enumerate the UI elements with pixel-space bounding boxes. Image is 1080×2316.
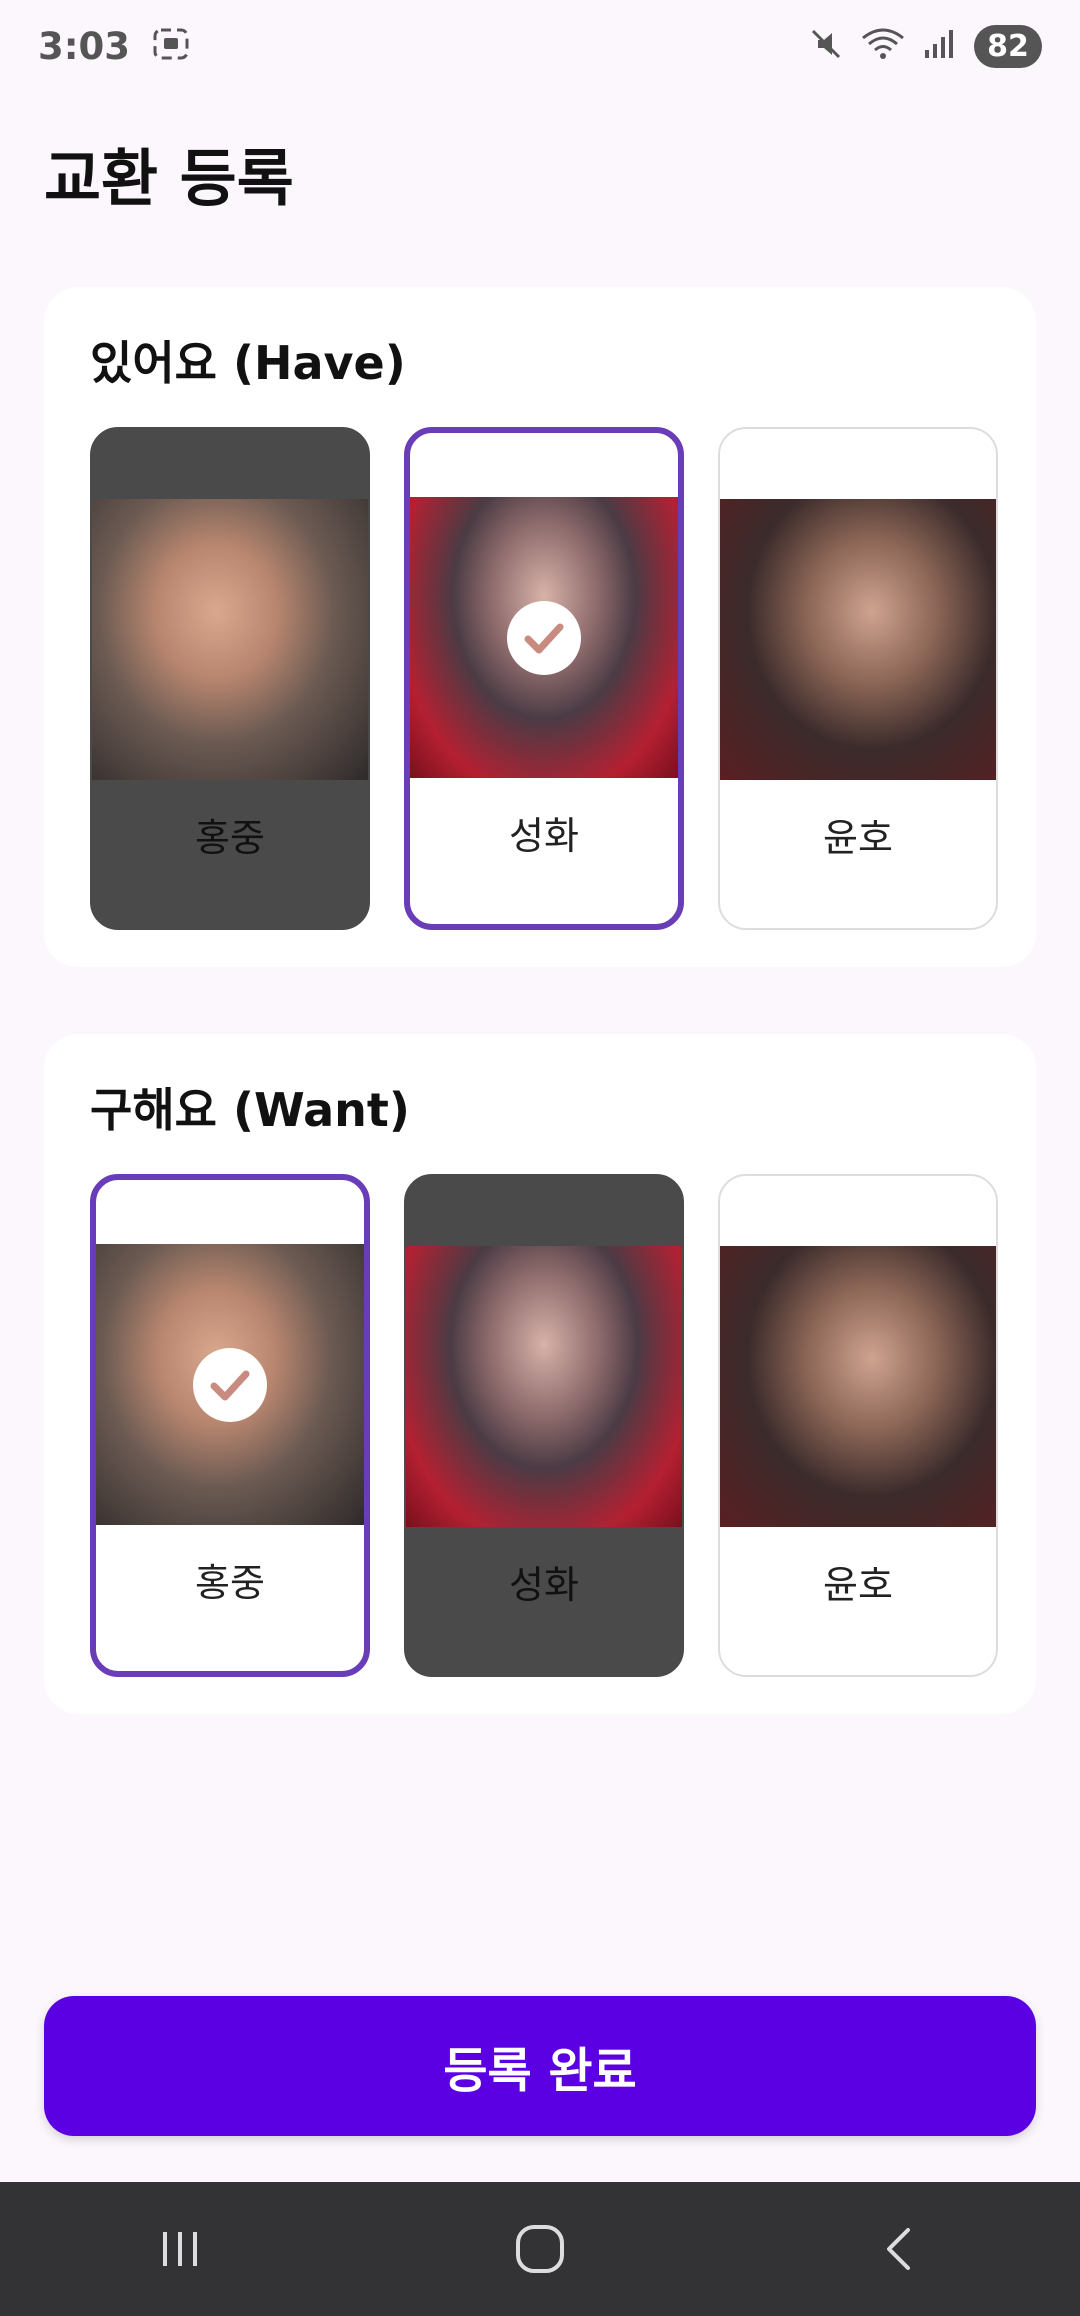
home-icon[interactable]	[480, 2199, 600, 2299]
have-section-heading: 있어요 (Have)	[90, 336, 406, 390]
member-name: 윤호	[823, 1563, 893, 1607]
have-card-hongjoong[interactable]: 홍중	[90, 427, 370, 930]
want-section-heading: 구해요 (Want)	[90, 1083, 410, 1137]
status-time: 3:03	[38, 24, 131, 68]
screenshot-icon	[152, 25, 190, 67]
battery-indicator: 82	[974, 24, 1042, 68]
have-card-yunho[interactable]: 윤호	[718, 427, 998, 930]
system-nav-bar	[0, 2182, 1080, 2316]
have-section: 있어요 (Have) 홍중 성화 윤호	[44, 287, 1036, 967]
want-section: 구해요 (Want) 홍중 성화 윤호	[44, 1034, 1036, 1714]
member-name: 홍중	[195, 816, 265, 860]
member-photo	[92, 499, 368, 780]
status-bar: 3:03 82	[0, 0, 1080, 92]
member-name: 성화	[509, 814, 579, 858]
mute-icon	[808, 26, 844, 66]
want-card-hongjoong[interactable]: 홍중	[90, 1174, 370, 1677]
want-card-list[interactable]: 홍중 성화 윤호	[90, 1174, 1036, 1684]
submit-button[interactable]: 등록 완료	[44, 1996, 1036, 2136]
member-photo	[406, 1246, 682, 1527]
member-name: 성화	[509, 1563, 579, 1607]
member-photo	[96, 1244, 364, 1525]
want-card-seonghwa[interactable]: 성화	[404, 1174, 684, 1677]
recent-apps-icon[interactable]	[120, 2199, 240, 2299]
check-icon	[507, 600, 581, 675]
back-icon[interactable]	[840, 2199, 960, 2299]
check-icon	[193, 1347, 267, 1422]
have-card-list[interactable]: 홍중 성화 윤호	[90, 427, 1036, 937]
member-photo	[720, 1246, 996, 1527]
have-card-seonghwa[interactable]: 성화	[404, 427, 684, 930]
member-name: 홍중	[195, 1561, 265, 1605]
member-photo	[720, 499, 996, 780]
member-photo	[410, 497, 678, 778]
want-card-yunho[interactable]: 윤호	[718, 1174, 998, 1677]
signal-icon	[922, 26, 958, 66]
member-name: 윤호	[823, 816, 893, 860]
page-title: 교환 등록	[44, 142, 294, 215]
wifi-icon	[860, 26, 906, 66]
